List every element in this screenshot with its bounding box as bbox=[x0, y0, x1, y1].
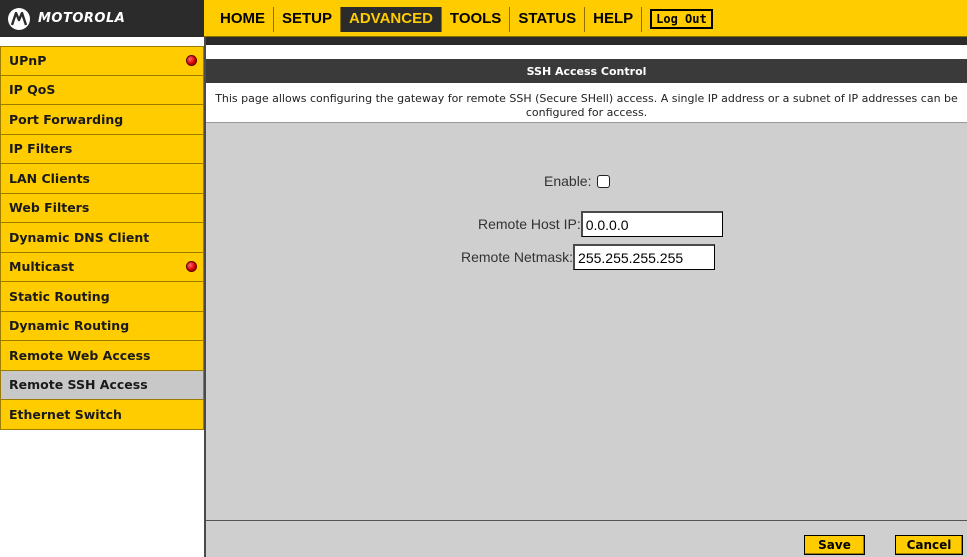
sidebar-item-remote-ssh-access[interactable]: Remote SSH Access bbox=[0, 370, 204, 400]
sidebar-item-label: Ethernet Switch bbox=[9, 406, 122, 422]
top-navigation-bar: MOTOROLA HOME SETUP ADVANCED TOOLS STATU… bbox=[0, 0, 967, 37]
sidebar-item-label: Web Filters bbox=[9, 200, 90, 216]
remote-netmask-row: Remote Netmask: bbox=[461, 244, 716, 270]
sidebar-item-remote-web-access[interactable]: Remote Web Access bbox=[0, 341, 204, 371]
nav-tools[interactable]: TOOLS bbox=[442, 6, 511, 32]
remote-host-label: Remote Host IP: bbox=[478, 216, 581, 232]
nav-status[interactable]: STATUS bbox=[510, 6, 586, 32]
cancel-button[interactable]: Cancel bbox=[895, 535, 963, 555]
enable-row: Enable: bbox=[544, 173, 611, 189]
nav-advanced[interactable]: ADVANCED bbox=[341, 6, 442, 32]
sidebar-item-multicast[interactable]: Multicast bbox=[0, 252, 204, 282]
sidebar-item-label: IP Filters bbox=[9, 141, 73, 157]
sidebar-item-label: Dynamic DNS Client bbox=[9, 229, 150, 245]
sidebar-item-label: IP QoS bbox=[9, 82, 56, 98]
main-panel: SSH Access Control This page allows conf… bbox=[206, 37, 967, 557]
sidebar-item-label: Remote SSH Access bbox=[9, 377, 148, 393]
sidebar-item-upnp[interactable]: UPnP bbox=[0, 46, 204, 76]
footer-divider bbox=[206, 520, 967, 521]
sidebar-item-static-routing[interactable]: Static Routing bbox=[0, 282, 204, 312]
remote-netmask-input[interactable] bbox=[573, 244, 716, 270]
enable-label: Enable: bbox=[544, 173, 592, 189]
sidebar-item-label: Static Routing bbox=[9, 288, 110, 304]
sidebar-item-ethernet-switch[interactable]: Ethernet Switch bbox=[0, 400, 204, 430]
save-button[interactable]: Save bbox=[804, 535, 865, 555]
sidebar-item-lan-clients[interactable]: LAN Clients bbox=[0, 164, 204, 194]
nav-setup[interactable]: SETUP bbox=[274, 6, 342, 32]
sidebar-item-ip-filters[interactable]: IP Filters bbox=[0, 134, 204, 164]
logout-button[interactable]: Log Out bbox=[650, 9, 713, 29]
enable-checkbox[interactable] bbox=[597, 174, 611, 188]
panel-top-band bbox=[206, 37, 967, 45]
sidebar-item-port-forwarding[interactable]: Port Forwarding bbox=[0, 105, 204, 135]
sidebar: UPnP IP QoS Port Forwarding IP Filters L… bbox=[0, 46, 204, 430]
remote-netmask-label: Remote Netmask: bbox=[461, 249, 574, 265]
nav-home[interactable]: HOME bbox=[212, 6, 274, 32]
brand-logo: MOTOROLA bbox=[0, 0, 204, 37]
sidebar-item-label: UPnP bbox=[9, 53, 47, 69]
status-dot-icon bbox=[186, 260, 197, 272]
remote-host-ip-input[interactable] bbox=[580, 211, 723, 237]
sidebar-item-dynamic-dns-client[interactable]: Dynamic DNS Client bbox=[0, 223, 204, 253]
main-nav: HOME SETUP ADVANCED TOOLS STATUS HELP Lo… bbox=[212, 6, 713, 32]
sidebar-item-label: Dynamic Routing bbox=[9, 318, 130, 334]
page-title: SSH Access Control bbox=[206, 59, 967, 83]
sidebar-item-label: Port Forwarding bbox=[9, 111, 124, 127]
remote-host-row: Remote Host IP: bbox=[478, 211, 723, 237]
status-dot-icon bbox=[186, 55, 197, 66]
brand-name: MOTOROLA bbox=[38, 11, 126, 26]
sidebar-item-label: Remote Web Access bbox=[9, 347, 151, 363]
nav-help[interactable]: HELP bbox=[585, 6, 643, 32]
sidebar-item-dynamic-routing[interactable]: Dynamic Routing bbox=[0, 311, 204, 341]
sidebar-item-label: Multicast bbox=[9, 259, 75, 275]
sidebar-item-label: LAN Clients bbox=[9, 170, 90, 186]
panel-top-spacer bbox=[206, 45, 967, 59]
motorola-logo-icon bbox=[8, 7, 30, 30]
page-description: This page allows configuring the gateway… bbox=[206, 83, 967, 123]
sidebar-item-web-filters[interactable]: Web Filters bbox=[0, 193, 204, 223]
sidebar-item-ip-qos[interactable]: IP QoS bbox=[0, 75, 204, 105]
